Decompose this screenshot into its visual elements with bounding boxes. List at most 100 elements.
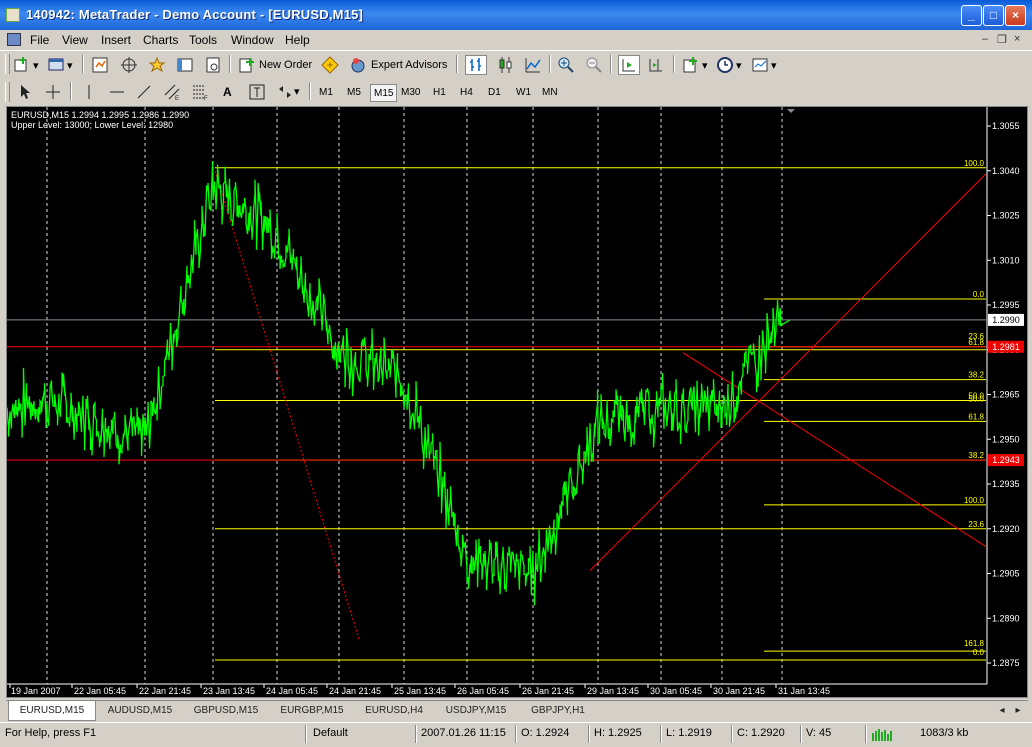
market-watch-icon[interactable]: [91, 56, 109, 74]
vertical-line-icon[interactable]: [80, 83, 98, 101]
document-icon[interactable]: [7, 33, 21, 46]
metaeditor-icon[interactable]: [321, 56, 339, 74]
auto-scroll-button[interactable]: [618, 55, 640, 75]
toolbar-grip[interactable]: [5, 82, 10, 102]
cursor-icon[interactable]: [16, 83, 34, 101]
toolbar-grip[interactable]: [5, 54, 10, 74]
price-tick-label: 1.2920: [992, 524, 1020, 534]
time-tick-label: 31 Jan 13:45: [778, 686, 830, 696]
timeframe-m1[interactable]: M1: [316, 84, 336, 102]
timeframe-d1[interactable]: D1: [485, 84, 504, 102]
new-order-button[interactable]: New Order: [259, 59, 312, 71]
menu-window[interactable]: Window: [231, 33, 274, 47]
templates-icon[interactable]: [751, 56, 769, 74]
menu-view[interactable]: View: [62, 33, 88, 47]
mdi-restore-button[interactable]: ❐: [997, 33, 1007, 46]
status-divider: [588, 725, 590, 743]
equidistant-channel-icon[interactable]: E: [163, 83, 181, 101]
indicators-icon[interactable]: [682, 56, 700, 74]
tabs-scroll-left-icon[interactable]: ◂: [996, 703, 1008, 719]
menu-tools[interactable]: Tools: [189, 33, 217, 47]
timeframe-h4[interactable]: H4: [457, 84, 476, 102]
navigator-icon[interactable]: [148, 56, 166, 74]
tab-gbpusd-m15[interactable]: GBPUSD,M15: [184, 703, 268, 719]
price-chart[interactable]: 100.00.023.661.838.250.050.061.838.2100.…: [7, 107, 1027, 697]
new-order-icon[interactable]: [238, 56, 256, 74]
tab-usdjpy-m15[interactable]: USDJPY,M15: [434, 703, 518, 719]
current-price-badge: 1.2990: [992, 315, 1020, 325]
minimize-button[interactable]: _: [961, 5, 982, 26]
tabs-scroll-right-icon[interactable]: ▸: [1012, 703, 1024, 719]
price-tick-label: 1.3010: [992, 255, 1020, 265]
bar-chart-button[interactable]: [465, 55, 487, 75]
timeframe-w1[interactable]: W1: [513, 84, 534, 102]
menu-insert[interactable]: Insert: [101, 33, 131, 47]
maximize-button[interactable]: □: [983, 5, 1004, 26]
timeframe-h1[interactable]: H1: [430, 84, 449, 102]
new-chart-dropdown-icon[interactable]: ▾: [33, 59, 39, 72]
periods-dropdown-icon[interactable]: ▾: [736, 59, 742, 72]
data-window-icon[interactable]: [120, 56, 138, 74]
strategy-tester-icon[interactable]: [204, 56, 222, 74]
expert-advisors-button[interactable]: Expert Advisors: [371, 59, 447, 71]
bar-chart-icon: [470, 58, 481, 71]
price-series-line: [7, 161, 791, 606]
tab-gbpjpy-h1[interactable]: GBPJPY,H1: [520, 703, 596, 719]
time-tick-label: 24 Jan 21:45: [329, 686, 381, 696]
terminal-icon[interactable]: [176, 56, 194, 74]
status-close: C: 1.2920: [737, 727, 785, 739]
drawing-toolbar: E F A ▾ M1 M5 M15 M30 H1 H4 D1 W1 MN: [0, 80, 1032, 104]
status-open: O: 1.2924: [521, 727, 570, 739]
price-tick-label: 1.3055: [992, 121, 1020, 131]
svg-text:F: F: [204, 96, 208, 101]
mdi-minimize-button[interactable]: –: [982, 33, 988, 45]
menu-file[interactable]: File: [30, 33, 49, 47]
fibonacci-retracement-icon[interactable]: F: [191, 83, 209, 101]
price-tick-label: 1.2890: [992, 613, 1020, 623]
trendline-icon[interactable]: [135, 83, 153, 101]
arrows-dropdown-icon[interactable]: ▾: [294, 85, 300, 98]
zoom-out-icon[interactable]: [585, 56, 603, 74]
time-tick-label: 19 Jan 2007: [11, 686, 61, 696]
expert-advisors-icon[interactable]: [349, 56, 367, 74]
toolbar-separator: [82, 55, 84, 73]
toolbar-separator: [70, 82, 72, 100]
profiles-icon[interactable]: [47, 56, 65, 74]
tab-eurusd-m15[interactable]: EURUSD,M15: [8, 701, 96, 721]
fibonacci-label: 100.0: [964, 496, 985, 505]
timeframe-mn[interactable]: MN: [539, 84, 561, 102]
timeframe-m15[interactable]: M15: [370, 84, 398, 102]
chart-shift-icon[interactable]: [647, 56, 665, 74]
status-datetime: 2007.01.26 11:15: [421, 727, 506, 739]
indicators-dropdown-icon[interactable]: ▾: [702, 59, 708, 72]
periods-icon[interactable]: [716, 56, 734, 74]
new-chart-icon[interactable]: [13, 56, 31, 74]
zoom-in-icon[interactable]: [557, 56, 575, 74]
price-tick-label: 1.2950: [992, 434, 1020, 444]
menu-help[interactable]: Help: [285, 33, 310, 47]
price-tick-label: 1.2965: [992, 390, 1020, 400]
profiles-dropdown-icon[interactable]: ▾: [67, 59, 73, 72]
tab-eurusd-h4[interactable]: EURUSD,H4: [356, 703, 432, 719]
timeframe-m5[interactable]: M5: [344, 84, 364, 102]
time-tick-label: 29 Jan 13:45: [587, 686, 639, 696]
crosshair-icon[interactable]: [44, 83, 62, 101]
menu-charts[interactable]: Charts: [143, 33, 178, 47]
text-tool-icon[interactable]: A: [223, 85, 232, 99]
close-button[interactable]: ×: [1005, 5, 1026, 26]
line-chart-icon[interactable]: [524, 56, 542, 74]
text-label-icon[interactable]: [248, 83, 266, 101]
timeframe-m30[interactable]: M30: [398, 84, 423, 102]
fibonacci-label: 38.2: [968, 371, 984, 380]
tab-eurgbp-m15[interactable]: EURGBP,M15: [270, 703, 354, 719]
mdi-close-button[interactable]: ×: [1014, 33, 1020, 45]
status-bar: For Help, press F1 Default 2007.01.26 11…: [0, 722, 1032, 747]
arrows-icon[interactable]: [276, 83, 294, 101]
horizontal-line-icon[interactable]: [108, 83, 126, 101]
dashed-trendline: [214, 170, 360, 640]
tab-audusd-m15[interactable]: AUDUSD,M15: [98, 703, 182, 719]
chart-window[interactable]: 100.0 0.0 23.6 61.8 38.2 50.0 50.0 61.8 38.2 100.…: [6, 106, 1028, 698]
candlestick-chart-icon[interactable]: [496, 56, 514, 74]
templates-dropdown-icon[interactable]: ▾: [771, 59, 777, 72]
falling-trendline: [682, 352, 987, 548]
